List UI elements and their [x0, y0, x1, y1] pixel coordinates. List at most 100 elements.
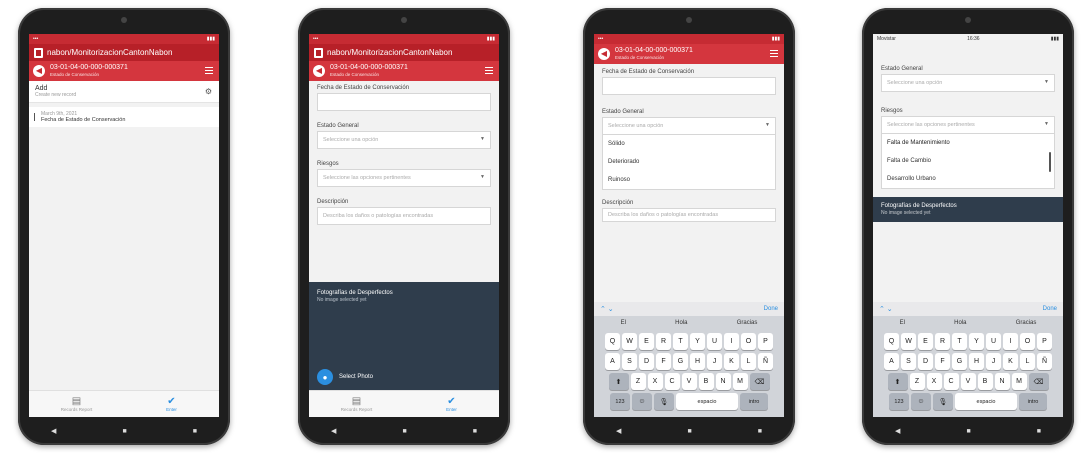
back-icon[interactable]: ◀: [313, 65, 325, 77]
key[interactable]: G: [673, 353, 688, 370]
key[interactable]: R: [656, 333, 671, 350]
recents-softkey-icon[interactable]: ■: [758, 428, 762, 435]
key[interactable]: M: [732, 373, 748, 390]
key[interactable]: N: [994, 373, 1010, 390]
key[interactable]: D: [639, 353, 654, 370]
done-button[interactable]: Done: [764, 306, 778, 312]
nav-records-report[interactable]: ▤ Records Report: [29, 391, 124, 417]
estado-select[interactable]: Seleccione una opción ▼: [317, 131, 491, 149]
recents-softkey-icon[interactable]: ■: [1037, 428, 1041, 435]
key[interactable]: U: [986, 333, 1001, 350]
key[interactable]: Ñ: [1037, 353, 1052, 370]
key[interactable]: A: [605, 353, 620, 370]
date-field[interactable]: [602, 77, 776, 95]
nav-enter[interactable]: ✔ Enter: [124, 391, 219, 417]
key[interactable]: Q: [884, 333, 899, 350]
add-record-row[interactable]: Add Create new record ⚙: [29, 81, 219, 103]
riesgos-select[interactable]: Seleccione las opciones pertinentes ▼: [881, 116, 1055, 134]
done-button[interactable]: Done: [1043, 306, 1057, 312]
key[interactable]: I: [1003, 333, 1018, 350]
shift-icon[interactable]: ⬆: [608, 373, 629, 390]
key[interactable]: I: [724, 333, 739, 350]
emoji-icon[interactable]: ☺: [632, 393, 652, 410]
key[interactable]: S: [622, 353, 637, 370]
gear-icon[interactable]: ⚙: [205, 87, 212, 96]
microphone-icon[interactable]: 🎙: [654, 393, 674, 410]
back-softkey-icon[interactable]: ◀: [51, 427, 56, 435]
shift-icon[interactable]: ⬆: [887, 373, 908, 390]
record-list-item[interactable]: March 9th, 2021 Fecha de Estado de Conse…: [29, 107, 219, 127]
home-softkey-icon[interactable]: ■: [687, 428, 691, 435]
key[interactable]: Y: [969, 333, 984, 350]
option-deteriorado[interactable]: Deteriorado: [603, 153, 775, 171]
menu-icon[interactable]: [205, 67, 213, 76]
key[interactable]: K: [724, 353, 739, 370]
key[interactable]: K: [1003, 353, 1018, 370]
emoji-icon[interactable]: ☺: [911, 393, 931, 410]
suggestion-1[interactable]: El: [621, 320, 626, 326]
key[interactable]: X: [926, 373, 942, 390]
select-photo-row[interactable]: ● Select Photo: [309, 365, 381, 389]
key[interactable]: L: [1020, 353, 1035, 370]
back-softkey-icon[interactable]: ◀: [895, 427, 900, 435]
key[interactable]: Y: [690, 333, 705, 350]
key[interactable]: D: [918, 353, 933, 370]
key[interactable]: P: [1037, 333, 1052, 350]
key[interactable]: Q: [605, 333, 620, 350]
back-icon[interactable]: ◀: [33, 65, 45, 77]
date-field[interactable]: [317, 93, 491, 111]
key[interactable]: C: [664, 373, 680, 390]
key[interactable]: C: [943, 373, 959, 390]
key[interactable]: F: [656, 353, 671, 370]
option-ruinoso[interactable]: Ruinoso: [603, 171, 775, 189]
back-softkey-icon[interactable]: ◀: [331, 427, 336, 435]
option-desarrollo-urbano[interactable]: Desarrollo Urbano: [882, 170, 1054, 188]
recents-softkey-icon[interactable]: ■: [473, 428, 477, 435]
estado-select[interactable]: Seleccione una opción ▼: [602, 117, 776, 135]
suggestion-2[interactable]: Hola: [954, 320, 966, 326]
key[interactable]: J: [986, 353, 1001, 370]
recents-softkey-icon[interactable]: ■: [193, 428, 197, 435]
key[interactable]: O: [1020, 333, 1035, 350]
key[interactable]: M: [1011, 373, 1027, 390]
key[interactable]: O: [741, 333, 756, 350]
nav-enter[interactable]: ✔ Enter: [404, 391, 499, 417]
key[interactable]: A: [884, 353, 899, 370]
nav-records-report[interactable]: ▤ Records Report: [309, 391, 404, 417]
key[interactable]: J: [707, 353, 722, 370]
estado-select[interactable]: Seleccione una opción ▼: [881, 74, 1055, 92]
backspace-icon[interactable]: ⌫: [1028, 373, 1049, 390]
key[interactable]: F: [935, 353, 950, 370]
key[interactable]: U: [707, 333, 722, 350]
return-key[interactable]: intro: [1019, 393, 1047, 410]
numbers-key[interactable]: 123: [610, 393, 630, 410]
key[interactable]: Z: [909, 373, 925, 390]
scrollbar[interactable]: [1049, 152, 1051, 172]
key[interactable]: T: [952, 333, 967, 350]
key[interactable]: N: [715, 373, 731, 390]
space-key[interactable]: espacio: [955, 393, 1017, 410]
back-icon[interactable]: ◀: [598, 48, 610, 60]
microphone-icon[interactable]: 🎙: [933, 393, 953, 410]
key[interactable]: H: [690, 353, 705, 370]
suggestion-3[interactable]: Gracias: [1016, 320, 1037, 326]
camera-icon[interactable]: ●: [317, 369, 333, 385]
descripcion-field[interactable]: Describa los daños o patologías encontra…: [317, 207, 491, 225]
backspace-icon[interactable]: ⌫: [749, 373, 770, 390]
option-solido[interactable]: Sólido: [603, 135, 775, 153]
back-softkey-icon[interactable]: ◀: [616, 427, 621, 435]
riesgos-select[interactable]: Seleccione las opciones pertinentes ▼: [317, 169, 491, 187]
suggestion-3[interactable]: Gracias: [737, 320, 758, 326]
key[interactable]: X: [647, 373, 663, 390]
key[interactable]: G: [952, 353, 967, 370]
key[interactable]: P: [758, 333, 773, 350]
prev-next-arrows-icon[interactable]: ⌃ ⌄: [600, 305, 614, 313]
numbers-key[interactable]: 123: [889, 393, 909, 410]
key[interactable]: B: [977, 373, 993, 390]
key[interactable]: H: [969, 353, 984, 370]
key[interactable]: R: [935, 333, 950, 350]
return-key[interactable]: intro: [740, 393, 768, 410]
home-softkey-icon[interactable]: ■: [402, 428, 406, 435]
key[interactable]: V: [960, 373, 976, 390]
menu-icon[interactable]: [485, 67, 493, 76]
